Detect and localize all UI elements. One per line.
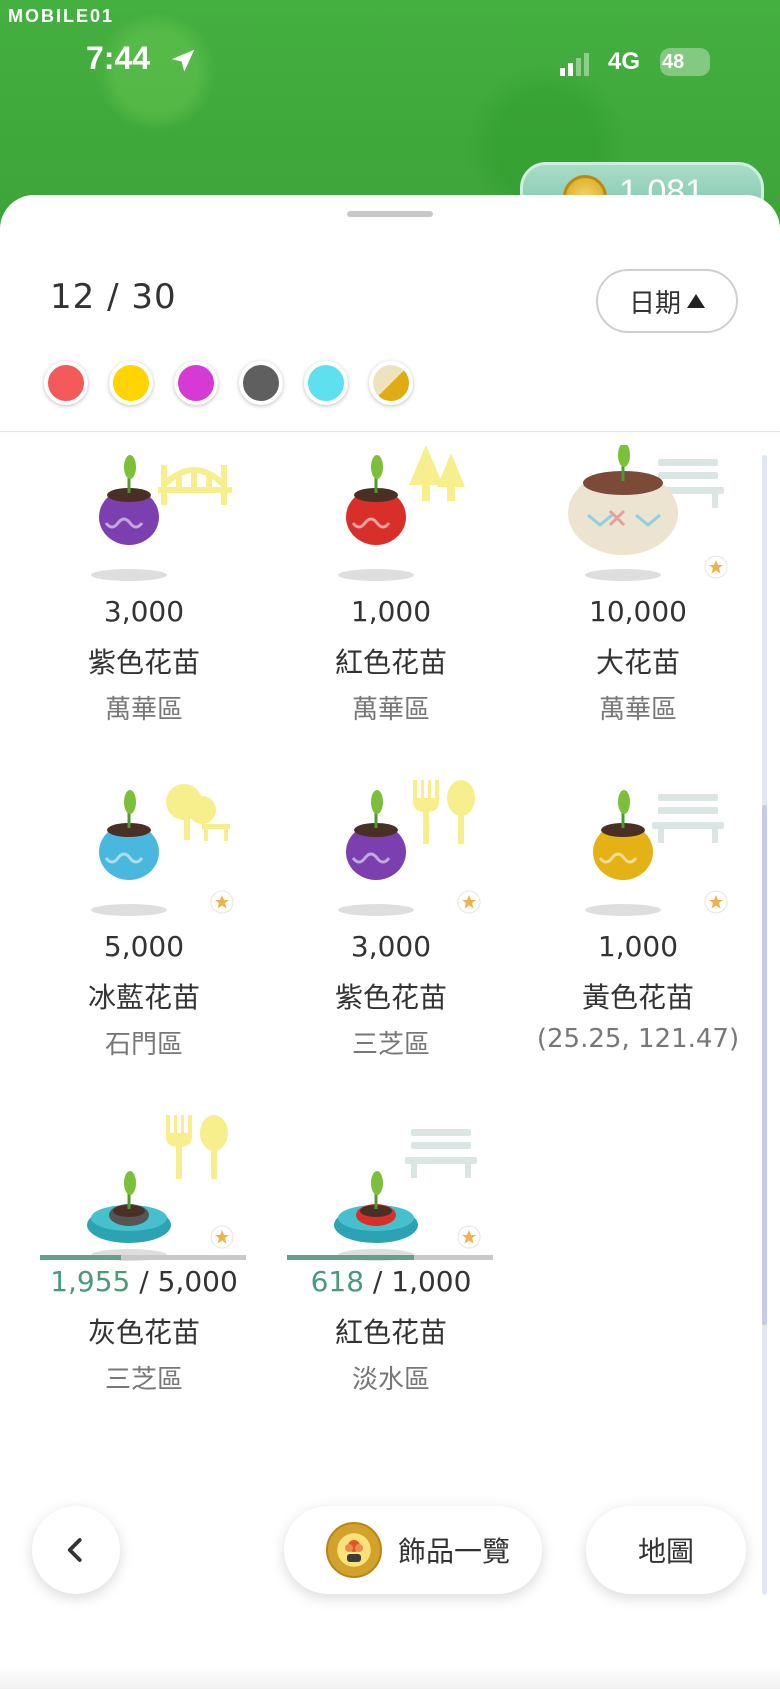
sort-label: 日期 (628, 288, 681, 319)
seedling-pot-icon (91, 455, 232, 581)
seedling-name: 紫色花苗 (334, 981, 447, 1014)
color-filter-cyan[interactable] (304, 361, 348, 405)
sort-up-icon (687, 294, 705, 308)
seedling-pot-icon (338, 445, 465, 581)
color-filter-gray[interactable] (239, 361, 283, 405)
seedling-card[interactable]: 5,000 冰藍花苗 石門區 (24, 780, 264, 1100)
growth-progress-bar (287, 1255, 493, 1260)
seedling-area: (25.25, 121.47) (536, 1024, 740, 1054)
seedling-area: 三芝區 (351, 1030, 430, 1060)
seedling-value: 10,000 (589, 595, 687, 628)
seedling-area: 石門區 (104, 1030, 183, 1060)
seedling-pot-icon (568, 445, 728, 581)
seedling-card[interactable]: 618 / 1,000 紅色花苗 淡水區 (271, 1115, 511, 1435)
seedling-area: 萬華區 (351, 695, 430, 725)
collection-count: 12 / 30 (50, 277, 177, 317)
seedling-card[interactable]: 10,000 大花苗 萬華區 (518, 445, 758, 765)
seedling-name: 紫色花苗 (87, 646, 200, 679)
seedling-card[interactable]: 1,000 紅色花苗 萬華區 (271, 445, 511, 765)
seedling-card[interactable]: 3,000 紫色花苗 萬華區 (24, 445, 264, 765)
network-type: 4G (608, 48, 641, 75)
seedling-card[interactable]: 1,955 / 5,000 灰色花苗 三芝區 (24, 1115, 264, 1435)
seedling-name: 紅色花苗 (334, 1316, 447, 1349)
header-divider (0, 431, 780, 432)
watermark: MOBILE01 (8, 6, 115, 26)
seedling-pot-icon (585, 790, 728, 916)
color-filter-magenta[interactable] (174, 361, 218, 405)
seedling-pot-icon (334, 1129, 481, 1261)
sheet-drag-handle[interactable] (347, 211, 433, 217)
seedling-name: 紅色花苗 (334, 646, 447, 679)
decorations-list-button[interactable]: 飾品一覽 (284, 1506, 542, 1594)
color-filter-red[interactable] (44, 361, 88, 405)
signal-icon (560, 53, 589, 76)
map-label: 地圖 (637, 1535, 694, 1568)
seedling-pot-icon (87, 1115, 234, 1261)
seedling-value: 3,000 (350, 930, 432, 963)
seedling-area: 萬華區 (104, 695, 183, 725)
seedling-name: 冰藍花苗 (87, 981, 200, 1014)
seedling-name: 大花苗 (595, 646, 680, 679)
seedling-pot-icon (338, 780, 481, 916)
seedling-area: 淡水區 (351, 1365, 430, 1395)
seedling-progress: 1,955 / 5,000 (50, 1265, 238, 1298)
seedling-area: 三芝區 (104, 1365, 183, 1395)
location-arrow-icon (171, 49, 195, 72)
scrollbar[interactable] (762, 455, 767, 1595)
collection-sheet: 12 / 30 日期 3,000 紫色花苗 萬華區 1,000 紅色花苗 萬華區… (0, 195, 780, 1689)
bottom-edge (0, 1667, 780, 1689)
seedling-area: 萬華區 (598, 695, 677, 725)
seedling-card[interactable]: 3,000 紫色花苗 三芝區 (271, 780, 511, 1100)
growth-progress-bar (40, 1255, 246, 1260)
seedling-card[interactable]: 1,000 黃色花苗 (25.25, 121.47) (518, 780, 758, 1100)
decoration-medal-icon (326, 1522, 382, 1578)
seedling-value: 1,000 (350, 595, 432, 628)
color-filter-split[interactable] (369, 361, 413, 405)
seedling-name: 灰色花苗 (87, 1316, 200, 1349)
sort-date-button[interactable]: 日期 (596, 269, 738, 333)
color-filter-yellow[interactable] (109, 361, 153, 405)
battery-icon: 48 (660, 48, 710, 76)
map-button[interactable]: 地圖 (586, 1506, 746, 1594)
seedling-value: 1,000 (597, 930, 679, 963)
seedling-value: 3,000 (103, 595, 185, 628)
scrollbar-thumb[interactable] (762, 805, 767, 1325)
status-time: 7:44 (86, 40, 151, 76)
seedling-name: 黃色花苗 (581, 981, 694, 1014)
seedling-pot-icon (91, 784, 234, 916)
seedling-progress: 618 / 1,000 (310, 1265, 472, 1298)
chevron-left-icon (67, 1538, 82, 1562)
seedling-value: 5,000 (103, 930, 185, 963)
back-button[interactable] (32, 1506, 120, 1594)
decorations-label: 飾品一覽 (398, 1535, 511, 1568)
